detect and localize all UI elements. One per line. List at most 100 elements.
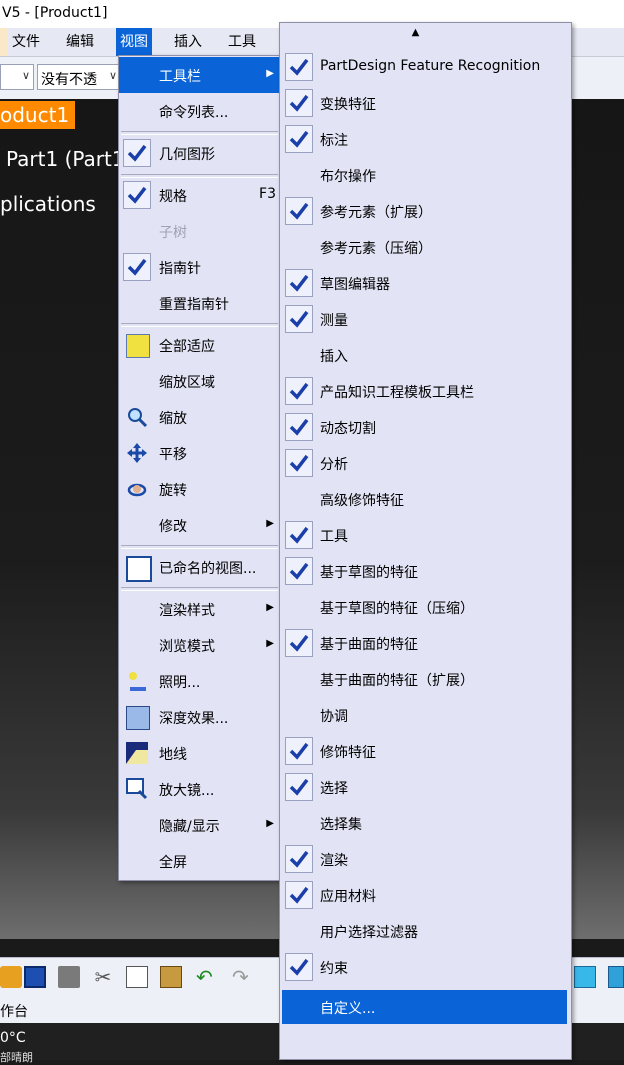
tree-part-node[interactable]: Part1 (Part1: [6, 147, 125, 171]
menu-item-label: 修改: [159, 519, 187, 535]
checkmark-icon: [285, 881, 313, 909]
chevron-down-icon: ∨: [108, 69, 117, 82]
menu-item-ground[interactable]: 地线: [119, 735, 280, 771]
transparency-value: 没有不透: [41, 72, 97, 88]
view-cube-icon[interactable]: [574, 966, 596, 988]
copy-icon[interactable]: [126, 966, 148, 988]
toolbar-item[interactable]: 用户选择过滤器: [280, 913, 571, 949]
toolbar-item-label: 插入: [320, 349, 348, 365]
menu-item-zoom-area[interactable]: 缩放区域: [119, 363, 280, 399]
view-menu: 工具栏 ▶ 命令列表... 几何图形 规格 F3 子树 指南针 重置指南针 全部…: [118, 55, 281, 881]
toolbar-item[interactable]: 高级修饰特征: [280, 481, 571, 517]
menu-item-label: 放大镜...: [159, 783, 215, 799]
toolbar-item-label: 参考元素（压缩）: [320, 241, 432, 257]
redo-icon[interactable]: ↷: [232, 966, 254, 988]
menu-file[interactable]: 文件: [8, 28, 44, 56]
toolbar-item-label: 参考元素（扩展）: [320, 205, 432, 221]
checkmark-icon: [285, 557, 313, 585]
toolbar-item-label: 修饰特征: [320, 745, 376, 761]
save-icon[interactable]: [24, 966, 46, 988]
view-mode-icon[interactable]: [608, 966, 624, 988]
toolbar-item[interactable]: 分析: [280, 445, 571, 481]
checkmark-icon: [285, 953, 313, 981]
menu-item-label: 全部适应: [159, 339, 215, 355]
toolbar-item[interactable]: 参考元素（扩展）: [280, 193, 571, 229]
menu-item-lighting[interactable]: 照明...: [119, 663, 280, 699]
tree-root-node[interactable]: oduct1: [0, 101, 76, 129]
toolbar-item[interactable]: 约束: [280, 949, 571, 985]
menu-bar-edge: [0, 28, 8, 56]
toolbar-item[interactable]: 选择集: [280, 805, 571, 841]
color-combo[interactable]: ∨: [0, 64, 34, 90]
menu-tools[interactable]: 工具: [224, 28, 260, 56]
paste-icon[interactable]: [160, 966, 182, 988]
menu-item-rotate[interactable]: 旋转: [119, 471, 280, 507]
scroll-up-arrow-icon[interactable]: ▲: [280, 27, 571, 38]
toolbar-item[interactable]: 基于曲面的特征: [280, 625, 571, 661]
menu-edit[interactable]: 编辑: [62, 28, 98, 56]
toolbars-submenu: ▲ PartDesign Feature Recognition 变换特征 标注 布尔…: [279, 22, 572, 1060]
toolbar-item[interactable]: 变换特征: [280, 85, 571, 121]
menu-item-named-views[interactable]: 已命名的视图...: [119, 549, 280, 585]
toolbar-item[interactable]: 选择: [280, 769, 571, 805]
menu-item-geometry[interactable]: 几何图形: [119, 135, 280, 171]
menu-item-hide-show[interactable]: 隐藏/显示 ▶: [119, 807, 280, 843]
lighting-icon: [126, 670, 148, 692]
toolbar-item[interactable]: 参考元素（压缩）: [280, 229, 571, 265]
transparency-combo[interactable]: 没有不透 ∨: [37, 64, 121, 90]
toolbar-item[interactable]: 修饰特征: [280, 733, 571, 769]
toolbar-item[interactable]: 标注: [280, 121, 571, 157]
toolbar-item[interactable]: 产品知识工程模板工具栏: [280, 373, 571, 409]
checkmark-icon: [285, 629, 313, 657]
toolbar-item[interactable]: 插入: [280, 337, 571, 373]
checkmark-icon: [123, 139, 151, 167]
toolbar-item[interactable]: 应用材料: [280, 877, 571, 913]
menu-item-full-screen[interactable]: 全屏: [119, 843, 280, 879]
toolbar-item[interactable]: 布尔操作: [280, 157, 571, 193]
menu-insert[interactable]: 插入: [170, 28, 206, 56]
submenu-arrow-icon: ▶: [266, 68, 274, 79]
checkmark-icon: [285, 449, 313, 477]
menu-item-label: 浏览模式: [159, 639, 215, 655]
tree-applications-node[interactable]: plications: [0, 192, 96, 216]
toolbar-item[interactable]: 草图编辑器: [280, 265, 571, 301]
cut-icon[interactable]: ✂: [92, 966, 114, 988]
menu-item-label: 指南针: [159, 261, 201, 277]
toolbar-item-label: PartDesign Feature Recognition: [320, 58, 541, 74]
checkmark-icon: [285, 413, 313, 441]
toolbar-item[interactable]: 协调: [280, 697, 571, 733]
menu-item-depth-effect[interactable]: 深度效果...: [119, 699, 280, 735]
undo-icon[interactable]: ↶: [196, 966, 218, 988]
menu-item-modify[interactable]: 修改 ▶: [119, 507, 280, 543]
menu-item-label: 几何图形: [159, 147, 215, 163]
menu-view[interactable]: 视图: [116, 28, 152, 56]
submenu-arrow-icon: ▶: [266, 602, 274, 613]
menu-item-zoom[interactable]: 缩放: [119, 399, 280, 435]
menu-item-toolbars[interactable]: 工具栏 ▶: [119, 57, 280, 93]
menu-item-magnifier[interactable]: 放大镜...: [119, 771, 280, 807]
print-icon[interactable]: [58, 966, 80, 988]
menu-item-compass[interactable]: 指南针: [119, 249, 280, 285]
menu-item-shortcut: F3: [259, 186, 276, 202]
menu-item-navigation-mode[interactable]: 浏览模式 ▶: [119, 627, 280, 663]
open-icon[interactable]: [0, 966, 22, 988]
checkmark-icon: [285, 773, 313, 801]
toolbar-item[interactable]: 基于曲面的特征（扩展）: [280, 661, 571, 697]
menu-item-render-style[interactable]: 渲染样式 ▶: [119, 591, 280, 627]
toolbar-item[interactable]: 工具: [280, 517, 571, 553]
menu-item-reset-compass[interactable]: 重置指南针: [119, 285, 280, 321]
toolbar-item[interactable]: PartDesign Feature Recognition: [280, 49, 571, 85]
menu-item-pan[interactable]: 平移: [119, 435, 280, 471]
checkmark-icon: [285, 845, 313, 873]
toolbar-item[interactable]: 渲染: [280, 841, 571, 877]
menu-item-fit-all[interactable]: 全部适应: [119, 327, 280, 363]
menu-item-command-list[interactable]: 命令列表...: [119, 93, 280, 129]
toolbar-item[interactable]: 基于草图的特征（压缩）: [280, 589, 571, 625]
menu-item-specifications[interactable]: 规格 F3: [119, 177, 280, 213]
toolbar-item[interactable]: 动态切割: [280, 409, 571, 445]
toolbar-item[interactable]: 测量: [280, 301, 571, 337]
toolbar-item[interactable]: 基于草图的特征: [280, 553, 571, 589]
window-title: V5 - [Product1]: [2, 5, 108, 21]
menu-item-customize[interactable]: 自定义...: [282, 990, 567, 1024]
toolbar-item-label: 动态切割: [320, 421, 376, 437]
